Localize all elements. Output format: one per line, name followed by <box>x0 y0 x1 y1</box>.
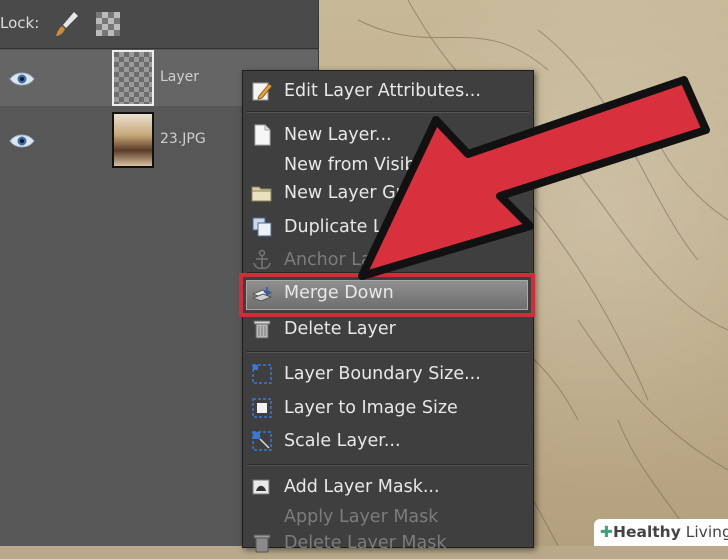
layer-thumbnail-photo[interactable] <box>112 112 154 168</box>
merge-down-icon <box>251 287 273 302</box>
layer-name[interactable]: Layer <box>160 69 199 85</box>
lock-alpha-checker-icon[interactable] <box>96 12 120 36</box>
new-layer-icon <box>254 124 271 146</box>
folder-icon <box>251 186 272 202</box>
boundary-size-icon <box>252 364 272 384</box>
menu-item-add-layer-mask[interactable]: Add Layer Mask... <box>243 471 533 503</box>
layer-to-image-icon <box>252 398 272 418</box>
menu-separator <box>247 351 529 353</box>
menu-item-layer-boundary-size[interactable]: Layer Boundary Size... <box>243 358 533 390</box>
menu-item-delete-layer-mask[interactable]: Delete Layer Mask <box>243 527 533 559</box>
layer-thumbnail[interactable] <box>112 50 154 106</box>
menu-separator <box>247 464 529 466</box>
duplicate-icon <box>252 217 272 237</box>
menu-item-scale-layer[interactable]: Scale Layer... <box>243 425 533 457</box>
anchor-icon <box>253 249 271 270</box>
menu-item-layer-to-image-size[interactable]: Layer to Image Size <box>243 392 533 424</box>
delete-mask-icon <box>253 534 271 553</box>
lock-pixels-brush-icon[interactable] <box>54 10 80 38</box>
plus-logo-icon: ✚ <box>600 523 613 541</box>
visibility-eye-icon[interactable] <box>8 132 36 150</box>
trash-icon <box>253 320 271 339</box>
edit-attributes-icon <box>252 82 273 101</box>
scale-layer-icon <box>252 431 272 451</box>
add-mask-icon <box>252 479 270 495</box>
lock-bar: Lock: <box>0 0 318 49</box>
layer-name[interactable]: 23.JPG <box>160 131 206 147</box>
visibility-eye-icon[interactable] <box>8 70 36 88</box>
healthy-living-watermark: ✚Healthy Living <box>594 519 728 546</box>
red-pointer-arrow <box>358 76 710 280</box>
lock-label: Lock: <box>0 14 40 32</box>
